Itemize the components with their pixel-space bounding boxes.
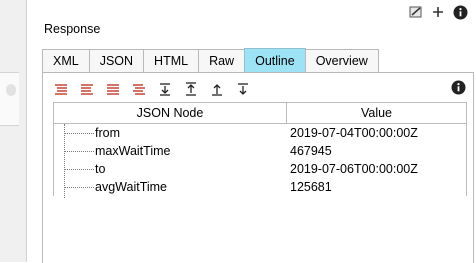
left-panel (0, 0, 27, 262)
outline-grid: JSON Node Value from 2019-07-04T00:00:00… (53, 102, 467, 198)
edit-layout-icon[interactable] (408, 4, 424, 20)
collapse-level-icon[interactable] (130, 81, 148, 97)
tab-overview[interactable]: Overview (304, 49, 379, 72)
tab-xml[interactable]: XML (42, 49, 90, 72)
panel-toolbar (408, 3, 468, 21)
move-up-icon[interactable] (182, 81, 200, 97)
outline-info-icon[interactable] (451, 80, 466, 98)
outline-toolbar (52, 80, 252, 98)
tab-json[interactable]: JSON (88, 49, 145, 72)
move-bottom-icon[interactable] (234, 81, 252, 97)
node-value: 2019-07-06T00:00:00Z (290, 162, 418, 176)
grid-header: JSON Node Value (54, 103, 466, 124)
left-panel-toggle[interactable] (6, 84, 16, 96)
node-name: from (95, 126, 120, 140)
node-value: 2019-07-04T00:00:00Z (290, 126, 418, 140)
node-name: maxWaitTime (95, 144, 171, 158)
column-header-value[interactable]: Value (287, 103, 466, 123)
node-value: 125681 (290, 180, 332, 194)
table-row[interactable]: from 2019-07-04T00:00:00Z (54, 124, 466, 142)
left-panel-input[interactable] (0, 72, 19, 126)
response-tabs: XML JSON HTML Raw Outline Overview (42, 48, 379, 72)
node-name: to (95, 162, 106, 176)
table-row[interactable]: to 2019-07-06T00:00:00Z (54, 160, 466, 178)
node-value: 467945 (290, 144, 332, 158)
tab-html[interactable]: HTML (143, 49, 200, 72)
move-top-icon[interactable] (208, 81, 226, 97)
tab-outline[interactable]: Outline (244, 48, 306, 72)
node-name: avgWaitTime (95, 180, 168, 194)
tab-raw[interactable]: Raw (198, 49, 246, 72)
response-title: Response (44, 22, 101, 36)
table-row[interactable]: avgWaitTime 125681 (54, 178, 466, 196)
add-icon[interactable] (430, 4, 446, 20)
collapse-all-icon[interactable] (78, 81, 96, 97)
expand-level-icon[interactable] (104, 81, 122, 97)
table-row[interactable]: maxWaitTime 467945 (54, 142, 466, 160)
move-down-icon[interactable] (156, 81, 174, 97)
expand-all-icon[interactable] (52, 81, 70, 97)
column-header-node[interactable]: JSON Node (54, 103, 287, 123)
grid-body: from 2019-07-04T00:00:00Z maxWaitTime 46… (54, 124, 466, 198)
info-icon[interactable] (452, 4, 468, 20)
